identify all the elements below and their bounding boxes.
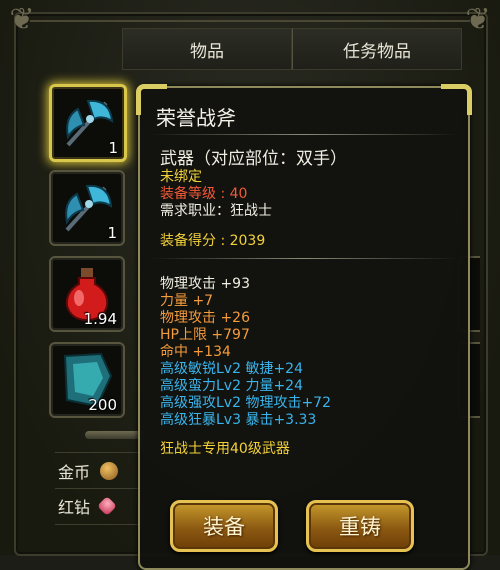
skill-stat: 高级狂暴Lv3 暴击+3.33 — [160, 412, 317, 428]
equipment-score: 装备得分 : 2039 — [160, 233, 266, 249]
red-diamond-currency-row: 红钻 — [58, 491, 148, 521]
slot-quantity: 1 — [108, 139, 118, 157]
item-tooltip: 荣誉战斧 武器（对应部位：双手） 未绑定 装备等级 : 40 需求职业：狂战士 … — [136, 84, 472, 570]
tab-quest-items[interactable]: 任务物品 — [292, 28, 462, 70]
currency-label: 金币 — [58, 463, 91, 482]
divider — [55, 524, 140, 525]
inventory-slot-4[interactable]: 200 — [49, 342, 125, 418]
tooltip-divider — [150, 258, 458, 259]
top-ornament-rule — [30, 20, 470, 22]
gold-coin-icon — [100, 462, 119, 480]
item-description: 狂战士专用40级武器 — [160, 441, 290, 457]
scroll-indicator — [85, 431, 145, 439]
slot-quantity: 1 — [107, 224, 117, 242]
inventory-slot-1[interactable]: 1 — [49, 84, 127, 162]
recast-button[interactable]: 重铸 — [306, 500, 414, 552]
gold-currency-row: 金币 — [58, 456, 148, 486]
corner-ornament-icon: ❦ — [465, 2, 491, 37]
slot-quantity: 200 — [88, 396, 117, 414]
currency-label: 红钻 — [58, 498, 91, 517]
tab-items[interactable]: 物品 — [122, 28, 292, 70]
corner-ornament-icon: ❦ — [9, 2, 35, 37]
slot-quantity: 1.94 — [83, 310, 117, 328]
inventory-slot-2[interactable]: 1 — [49, 170, 125, 246]
divider — [55, 488, 140, 489]
item-name: 荣誉战斧 — [156, 106, 236, 130]
equip-button[interactable]: 装备 — [170, 500, 278, 552]
red-diamond-icon — [97, 496, 117, 516]
required-job: 需求职业：狂战士 — [160, 203, 272, 219]
tooltip-divider — [150, 134, 458, 135]
tab-bar: 物品 任务物品 — [122, 28, 462, 70]
divider — [55, 452, 140, 453]
tooltip-corner-ornament — [441, 84, 472, 115]
inventory-slot-3[interactable]: 1.94 — [49, 256, 125, 332]
